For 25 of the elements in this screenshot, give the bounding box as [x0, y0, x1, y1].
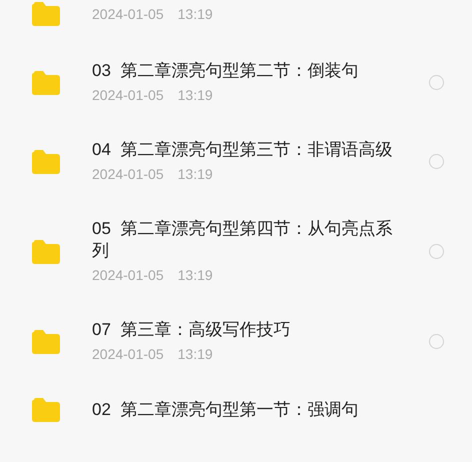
file-name: 03 第二章漂亮句型第二节：倒装句 — [92, 60, 360, 82]
file-time: 13:19 — [178, 345, 213, 364]
folder-icon — [32, 70, 60, 94]
file-time: 13:19 — [178, 86, 213, 105]
folder-icon — [32, 240, 60, 264]
file-time: 13:19 — [178, 165, 213, 184]
folder-icon — [32, 2, 60, 26]
file-name: 05 第二章漂亮句型第四节：从句亮点系列 — [92, 218, 394, 262]
file-date: 2024-01-05 — [92, 266, 164, 285]
folder-icon — [32, 330, 60, 354]
file-date: 2024-01-05 — [92, 345, 164, 364]
folder-icon — [32, 398, 60, 422]
folder-icon — [32, 150, 60, 174]
file-date: 2024-01-05 — [92, 165, 164, 184]
file-name: 04 第二章漂亮句型第三节：非谓语高级 — [92, 139, 394, 161]
file-time: 13:19 — [178, 266, 213, 285]
select-radio[interactable] — [429, 334, 444, 349]
file-date: 2024-01-05 — [92, 5, 164, 24]
file-name: 02 第二章漂亮句型第一节：强调句 — [92, 399, 360, 421]
file-date: 2024-01-05 — [92, 86, 164, 105]
file-time: 13:19 — [178, 5, 213, 24]
select-radio[interactable] — [429, 75, 444, 90]
select-radio[interactable] — [429, 244, 444, 259]
select-radio[interactable] — [429, 154, 444, 169]
file-name: 07 第三章：高级写作技巧 — [92, 319, 292, 341]
